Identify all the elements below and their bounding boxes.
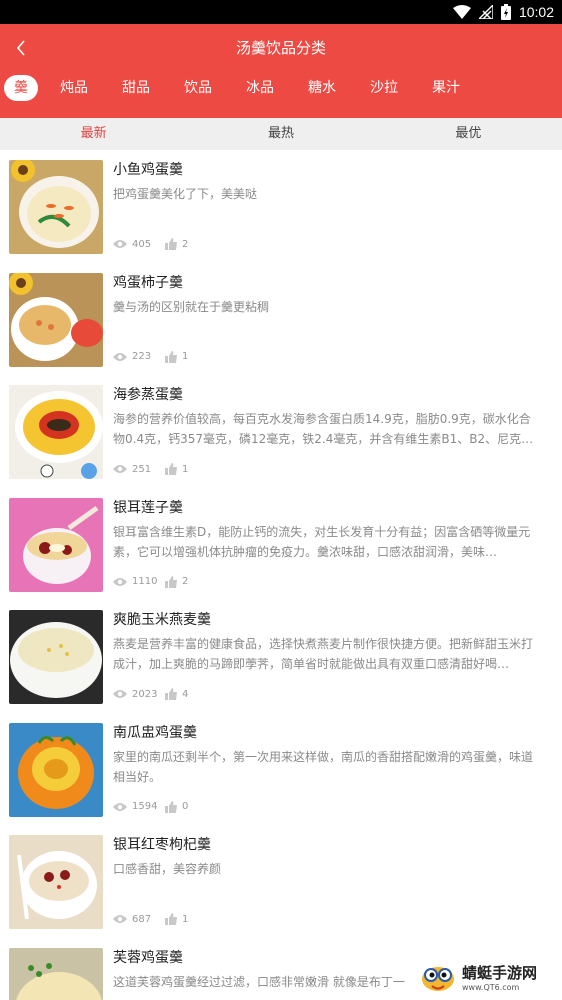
recipe-description: 燕麦是营养丰富的健康食品，选择快煮燕麦片制作很快捷方便。把新鲜甜玉米打成汁，加上… [113, 637, 534, 671]
signal-icon [478, 5, 493, 19]
recipe-stats: 223 1 [113, 350, 205, 363]
category-tab[interactable]: 糖水 [300, 75, 344, 101]
recipe-name: 爽脆玉米燕麦羹 [113, 612, 211, 628]
list-item[interactable]: 鸡蛋柿子羹 羹与汤的区别就在于羹更粘稠 223 1 [0, 263, 562, 376]
page-title: 汤羹饮品分类 [235, 39, 326, 57]
like-count: 1 [182, 463, 189, 475]
eye-icon [113, 802, 127, 811]
recipe-stats: 251 1 [113, 463, 205, 475]
like-count: 2 [182, 238, 189, 250]
category-tab[interactable]: 羹 [4, 75, 38, 101]
recipe-name: 海参蒸蛋羹 [113, 387, 183, 403]
eye-icon [113, 465, 127, 473]
category-tabs: 羹 炖品 甜品 饮品 冰品 糖水 沙拉 果汁 [4, 75, 486, 101]
watermark-url: www.QT6.com [462, 983, 520, 992]
recipe-name: 南瓜盅鸡蛋羹 [113, 724, 197, 741]
category-tab[interactable]: 甜品 [114, 75, 158, 101]
list-item[interactable]: 银耳红枣枸杞羹 口感香甜，美容养颜 687 1 [0, 825, 562, 938]
category-tab[interactable]: 沙拉 [362, 75, 406, 101]
clock: 10:02 [518, 4, 554, 20]
recipe-name: 鸡蛋柿子羹 [113, 274, 183, 291]
recipe-description: 口感香甜，美容养颜 [113, 862, 222, 876]
recipe-stats: 405 2 [113, 238, 205, 250]
recipe-thumbnail [9, 722, 103, 817]
recipe-list: 小鱼鸡蛋羹 把鸡蛋羹美化了下，美美哒 405 2 鸡蛋柿子羹 羹与汤的区别就在于… [0, 150, 562, 1000]
recipe-thumbnail [9, 947, 103, 1000]
category-tab[interactable]: 冰品 [238, 75, 282, 101]
list-item[interactable]: 银耳莲子羹 银耳富含维生素D，能防止钙的流失，对生长发育十分有益；因富含硒等微量… [0, 488, 562, 601]
sort-tabs: 最新 最热 最优 [0, 118, 562, 150]
battery-icon [500, 4, 511, 20]
eye-icon [113, 577, 127, 586]
thumbs-up-icon [165, 688, 177, 700]
recipe-stats: 687 1 [113, 913, 205, 925]
recipe-stats: 1594 0 [113, 800, 205, 813]
sort-tab-best[interactable]: 最优 [375, 118, 562, 150]
sort-tab-hottest[interactable]: 最热 [187, 118, 374, 150]
recipe-thumbnail [9, 497, 103, 592]
like-count: 1 [182, 351, 189, 362]
list-item[interactable]: 小鱼鸡蛋羹 把鸡蛋羹美化了下，美美哒 405 2 [0, 150, 562, 263]
category-tab[interactable]: 果汁 [424, 75, 468, 101]
view-count: 1594 [132, 801, 158, 812]
list-item[interactable]: 海参蒸蛋羹 海参的营养价值较高，每百克水发海参含蛋白质14.9克，脂肪0.9克，… [0, 375, 562, 488]
recipe-name: 银耳莲子羹 [113, 499, 183, 516]
category-tab[interactable]: 饮品 [176, 75, 220, 101]
eye-icon [113, 915, 127, 923]
eye-icon [113, 240, 127, 248]
list-item[interactable]: 南瓜盅鸡蛋羹 家里的南瓜还剩半个，第一次用来这样做，南瓜的香甜搭配嫩滑的鸡蛋羹，… [0, 713, 562, 826]
recipe-description: 海参的营养价值较高，每百克水发海参含蛋白质14.9克，脂肪0.9克，碳水化合物0… [113, 412, 534, 446]
view-count: 251 [132, 463, 152, 475]
view-count: 405 [132, 238, 152, 250]
recipe-description: 把鸡蛋羹美化了下，美美哒 [113, 187, 258, 201]
like-count: 2 [182, 576, 189, 587]
recipe-thumbnail [9, 385, 103, 479]
recipe-thumbnail [9, 272, 103, 367]
recipe-description: 家里的南瓜还剩半个，第一次用来这样做，南瓜的香甜搭配嫩滑的鸡蛋羹，味道相当好。 [113, 749, 534, 784]
thumbs-up-icon [165, 238, 177, 250]
eye-icon [113, 690, 127, 698]
recipe-thumbnail [9, 610, 103, 704]
thumbs-up-icon [165, 800, 177, 813]
status-icons: 10:02 [452, 2, 554, 22]
view-count: 687 [132, 913, 152, 925]
view-count: 223 [132, 351, 152, 362]
list-item[interactable]: 爽脆玉米燕麦羹 燕麦是营养丰富的健康食品，选择快煮燕麦片制作很快捷方便。把新鲜甜… [0, 600, 562, 713]
thumbs-up-icon [165, 575, 177, 588]
recipe-thumbnail [9, 835, 103, 929]
like-count: 1 [182, 913, 189, 925]
category-tab[interactable]: 炖品 [52, 75, 96, 101]
recipe-stats: 2023 4 [113, 688, 205, 700]
thumbs-up-icon [165, 350, 177, 363]
app-bar: 汤羹饮品分类 羹 炖品 甜品 饮品 冰品 糖水 沙拉 果汁 [0, 24, 562, 118]
watermark: 蜻蜓手游网 www.QT6.com [418, 958, 558, 1000]
recipe-thumbnail [9, 160, 103, 254]
recipe-name: 小鱼鸡蛋羹 [113, 162, 183, 178]
recipe-stats: 1110 2 [113, 575, 205, 588]
view-count: 2023 [132, 688, 158, 700]
recipe-description: 银耳富含维生素D，能防止钙的流失，对生长发育十分有益；因富含硒等微量元素，它可以… [113, 524, 531, 559]
dragonfly-logo-icon [422, 967, 454, 991]
thumbs-up-icon [165, 913, 177, 925]
wifi-icon [452, 5, 471, 19]
sort-tab-newest[interactable]: 最新 [0, 118, 187, 150]
thumbs-up-icon [165, 463, 177, 475]
like-count: 4 [182, 688, 189, 700]
watermark-name: 蜻蜓手游网 [462, 964, 538, 982]
status-bar: 10:02 [0, 0, 562, 24]
view-count: 1110 [132, 576, 158, 587]
recipe-description: 羹与汤的区别就在于羹更粘稠 [113, 299, 270, 314]
like-count: 0 [182, 801, 189, 812]
recipe-name: 银耳红枣枸杞羹 [113, 837, 211, 853]
eye-icon [113, 352, 127, 361]
